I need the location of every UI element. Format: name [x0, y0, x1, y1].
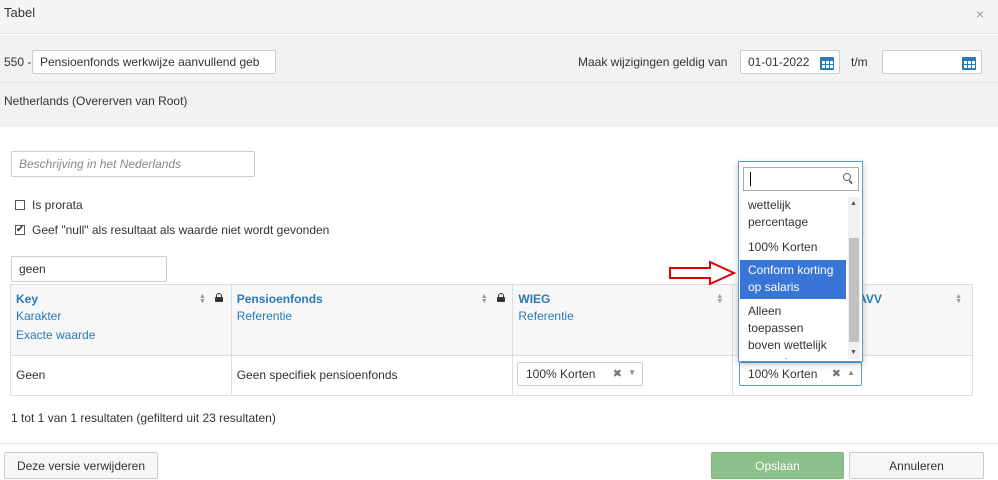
dropdown-option-highlighted[interactable]: Conform korting op salaris	[740, 260, 846, 299]
calendar-icon[interactable]	[962, 57, 976, 70]
dropdown-search-input[interactable]	[743, 167, 859, 191]
record-code: 550 -	[4, 55, 32, 69]
column-header-key[interactable]: Key Karakter Exacte waarde ▲ ▼	[10, 284, 232, 356]
column-header-wieg[interactable]: WIEG Referentie ▲ ▼	[512, 284, 734, 356]
description-input[interactable]: Beschrijving in het Nederlands	[11, 151, 255, 177]
cell-key: Geen	[10, 355, 232, 396]
record-name-input[interactable]: Pensioenfonds werkwijze aanvullend geb	[32, 50, 276, 74]
lock-icon	[496, 293, 505, 302]
clear-icon[interactable]: ✖	[832, 367, 841, 380]
inheritance-band: Netherlands (Overerven van Root)	[0, 83, 998, 127]
prorata-label: Is prorata	[32, 198, 83, 212]
dropdown-option[interactable]: Alleen toepassen boven wettelijk percent…	[740, 299, 846, 359]
null-result-label: Geef "null" als resultaat als waarde nie…	[32, 223, 330, 237]
scroll-up-icon[interactable]: ▲	[850, 200, 857, 207]
dialog-title: Tabel	[4, 5, 36, 20]
save-button[interactable]: Opslaan	[711, 452, 844, 479]
record-band: 550 - Pensioenfonds werkwijze aanvullend…	[0, 35, 998, 83]
sort-icon[interactable]: ▲ ▼	[955, 293, 962, 305]
wieg-select-value: 100% Korten	[526, 367, 596, 381]
calendar-icon[interactable]	[820, 57, 834, 70]
search-icon	[843, 173, 853, 183]
dropdown-option[interactable]: wettelijk percentage	[740, 197, 846, 236]
dropdown-scrollbar[interactable]: ▲ ▼	[848, 197, 860, 359]
column-header-pensioenfonds[interactable]: Pensioenfonds Referentie ▲ ▼	[230, 284, 514, 356]
filter-input[interactable]: geen	[11, 256, 167, 282]
scroll-down-icon[interactable]: ▼	[850, 349, 857, 356]
sort-icon[interactable]: ▲ ▼	[199, 293, 206, 305]
wieg-select[interactable]: 100% Korten ✖ ▼	[517, 362, 643, 386]
cell-pensioenfonds: Geen specifiek pensioenfonds	[230, 355, 514, 396]
chevron-down-icon[interactable]: ▼	[628, 368, 636, 377]
sort-icon[interactable]: ▲ ▼	[716, 293, 723, 305]
lock-icon	[215, 293, 223, 302]
scrollbar-thumb[interactable]	[849, 238, 859, 342]
pager-text: 1 tot 1 van 1 resultaten (gefilterd uit …	[11, 411, 276, 425]
clear-icon[interactable]: ✖	[613, 367, 622, 380]
dropdown-options: wettelijk percentage 100% Korten Conform…	[740, 197, 846, 359]
null-result-checkbox[interactable]: ✔	[15, 225, 25, 235]
dropdown-option[interactable]: 100% Korten	[740, 236, 846, 260]
chevron-up-icon[interactable]: ▲	[847, 368, 855, 377]
valid-to-label: t/m	[851, 55, 868, 69]
valid-from-input[interactable]: 01-01-2022	[740, 50, 840, 74]
avv-select-value: 100% Korten	[748, 367, 818, 381]
delete-version-button[interactable]: Deze versie verwijderen	[4, 452, 158, 479]
null-result-checkbox-row[interactable]: ✔ Geef "null" als resultaat als waarde n…	[15, 223, 329, 237]
close-icon[interactable]: ×	[976, 6, 984, 22]
arrow-right-icon	[669, 260, 737, 286]
valid-to-input[interactable]	[882, 50, 982, 74]
cancel-button[interactable]: Annuleren	[849, 452, 984, 479]
avv-select[interactable]: 100% Korten ✖ ▲	[739, 362, 862, 386]
inheritance-text: Netherlands (Overerven van Root)	[4, 94, 188, 108]
valid-from-label: Maak wijzigingen geldig van	[578, 55, 728, 69]
prorata-checkbox-row[interactable]: Is prorata	[15, 198, 83, 212]
sort-icon[interactable]: ▲ ▼	[481, 293, 488, 305]
dialog-header: Tabel ×	[0, 0, 998, 34]
avv-dropdown: wettelijk percentage 100% Korten Conform…	[738, 161, 863, 362]
prorata-checkbox[interactable]	[15, 200, 25, 210]
